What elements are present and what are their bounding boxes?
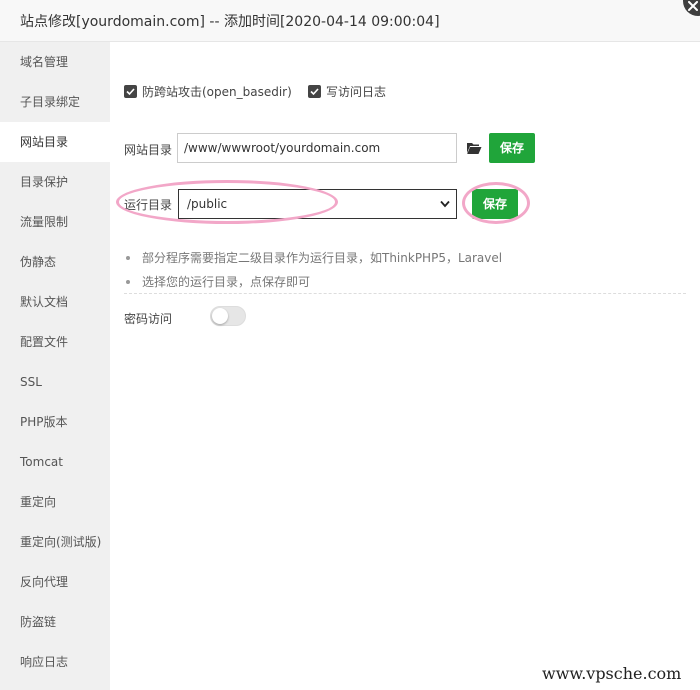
- password-access-toggle[interactable]: [210, 306, 246, 326]
- site-directory-save-button[interactable]: 保存: [489, 133, 535, 163]
- sidebar-item-rewrite[interactable]: 伪静态: [0, 242, 110, 282]
- sidebar-item-default-document[interactable]: 默认文档: [0, 282, 110, 322]
- run-directory-label: 运行目录: [124, 198, 173, 212]
- check-icon: [126, 88, 135, 96]
- sidebar: 域名管理 子目录绑定 网站目录 目录保护 流量限制 伪静态 默认文档 配置文件 …: [0, 42, 110, 690]
- list-item: 选择您的运行目录，点保存即可: [124, 270, 686, 294]
- dialog-title: 站点修改[yourdomain.com] -- 添加时间[2020-04-14 …: [20, 14, 440, 30]
- open-basedir-label: 防跨站攻击(open_basedir): [142, 85, 292, 99]
- close-button[interactable]: [683, 0, 700, 16]
- sidebar-item-hotlink-protection[interactable]: 防盗链: [0, 602, 110, 642]
- tips-list: 部分程序需要指定二级目录作为运行目录，如ThinkPHP5，Laravel 选择…: [124, 246, 686, 294]
- sidebar-item-redirect[interactable]: 重定向: [0, 482, 110, 522]
- list-item: 部分程序需要指定二级目录作为运行目录，如ThinkPHP5，Laravel: [124, 246, 686, 270]
- folder-open-icon[interactable]: [466, 141, 482, 155]
- site-directory-label: 网站目录: [124, 143, 173, 157]
- access-log-label: 写访问日志: [326, 85, 387, 99]
- main-panel: 防跨站攻击(open_basedir) 写访问日志 网站目录 保存 运行目录 /…: [110, 42, 700, 690]
- watermark: www.vpsche.com: [542, 664, 682, 683]
- close-icon: [688, 1, 698, 11]
- dialog-titlebar: 站点修改[yourdomain.com] -- 添加时间[2020-04-14 …: [0, 0, 700, 42]
- sidebar-item-redirect-beta[interactable]: 重定向(测试版): [0, 522, 110, 562]
- sidebar-item-directory-protection[interactable]: 目录保护: [0, 162, 110, 202]
- sidebar-item-tomcat[interactable]: Tomcat: [0, 442, 110, 482]
- password-access-label: 密码访问: [124, 312, 173, 326]
- open-basedir-checkbox[interactable]: [124, 85, 137, 98]
- run-directory-save-button[interactable]: 保存: [472, 189, 518, 219]
- sidebar-item-subdirectory-binding[interactable]: 子目录绑定: [0, 82, 110, 122]
- check-icon: [310, 88, 319, 96]
- run-directory-select[interactable]: /public: [178, 189, 457, 219]
- sidebar-item-php-version[interactable]: PHP版本: [0, 402, 110, 442]
- sidebar-item-domain-management[interactable]: 域名管理: [0, 42, 110, 82]
- sidebar-item-reverse-proxy[interactable]: 反向代理: [0, 562, 110, 602]
- open-basedir-option[interactable]: 防跨站攻击(open_basedir): [124, 83, 292, 100]
- chevron-down-icon: [440, 200, 450, 208]
- sidebar-item-response-log[interactable]: 响应日志: [0, 642, 110, 682]
- toggle-knob: [212, 308, 228, 324]
- access-log-option[interactable]: 写访问日志: [308, 83, 386, 100]
- divider: [124, 293, 686, 294]
- sidebar-item-config-file[interactable]: 配置文件: [0, 322, 110, 362]
- site-directory-input[interactable]: [177, 133, 457, 163]
- sidebar-item-ssl[interactable]: SSL: [0, 362, 110, 402]
- sidebar-item-site-directory[interactable]: 网站目录: [0, 122, 110, 162]
- access-log-checkbox[interactable]: [308, 85, 321, 98]
- run-directory-selected-value: /public: [187, 197, 228, 211]
- sidebar-item-traffic-limit[interactable]: 流量限制: [0, 202, 110, 242]
